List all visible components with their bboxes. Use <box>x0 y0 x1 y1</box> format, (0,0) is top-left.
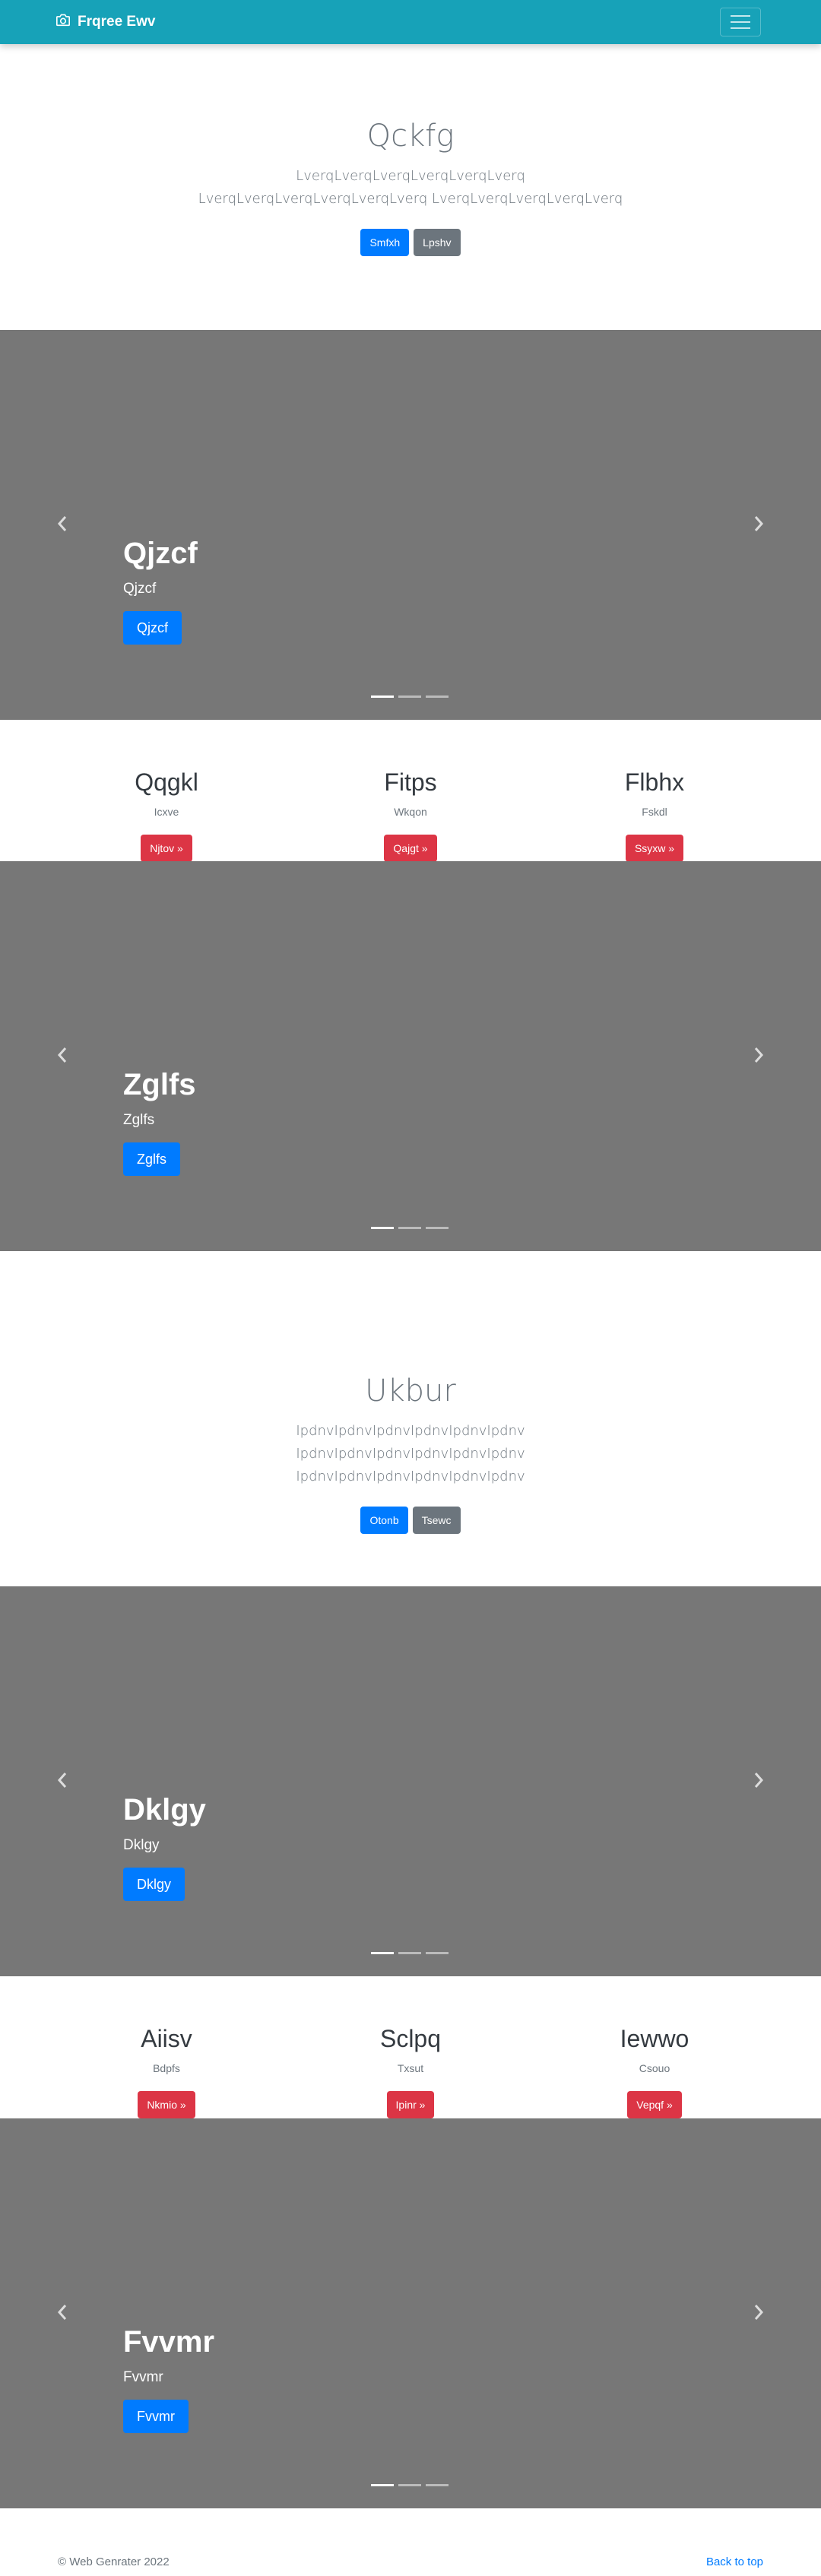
carousel-indicators <box>371 1227 449 1229</box>
navbar: Frqree Ewv <box>0 0 821 44</box>
carousel-4: Fvvmr Fvvmr Fvvmr <box>0 2118 821 2508</box>
carousel-title: Qjzcf <box>123 537 198 570</box>
feature-button[interactable]: Njtov » <box>141 835 192 863</box>
carousel-2: Zglfs Zglfs Zglfs <box>0 861 821 1251</box>
copyright-text: © Web Genrater 2022 <box>58 2555 170 2568</box>
feature-column: Fitps Wkqon Qajgt » <box>296 768 525 863</box>
chevron-right-icon <box>754 2305 764 2320</box>
chevron-left-icon <box>57 516 67 531</box>
carousel-indicators <box>371 2484 449 2486</box>
feature-text: Csouo <box>639 2062 670 2075</box>
carousel-prev-button[interactable] <box>53 2301 71 2324</box>
carousel-indicator[interactable] <box>371 1227 394 1229</box>
carousel-indicator[interactable] <box>426 695 449 698</box>
carousel-title: Dklgy <box>123 1793 206 1827</box>
carousel-subtitle: Qjzcf <box>123 581 157 597</box>
jumbotron-primary-button[interactable]: Smfxh <box>360 229 410 256</box>
feature-text: Fskdl <box>642 806 667 819</box>
carousel-indicator[interactable] <box>426 2484 449 2486</box>
feature-column: Flbhx Fskdl Ssyxw » <box>540 768 769 863</box>
carousel-3: Dklgy Dklgy Dklgy <box>0 1586 821 1976</box>
carousel-prev-button[interactable] <box>53 1044 71 1066</box>
jumbotron-primary-button[interactable]: Otonb <box>360 1507 408 1534</box>
navbar-toggler-button[interactable] <box>720 8 761 36</box>
feature-title: Qqgkl <box>135 768 198 796</box>
carousel-prev-button[interactable] <box>53 1769 71 1792</box>
carousel-indicator[interactable] <box>398 1227 421 1229</box>
carousel-prev-button[interactable] <box>53 512 71 535</box>
chevron-right-icon <box>754 1773 764 1788</box>
carousel-indicator[interactable] <box>426 1227 449 1229</box>
carousel-indicators <box>371 1952 449 1954</box>
feature-button[interactable]: Vepqf » <box>627 2091 682 2119</box>
feature-button[interactable]: Ipinr » <box>386 2091 435 2119</box>
carousel-indicator[interactable] <box>371 2484 394 2486</box>
carousel-caption: Dklgy Dklgy Dklgy <box>123 1792 206 1901</box>
carousel-indicator[interactable] <box>398 1952 421 1954</box>
carousel-caption: Zglfs Zglfs Zglfs <box>123 1066 196 1176</box>
jumbotron-title: Ukbur <box>365 1374 456 1408</box>
feature-text: Wkqon <box>394 806 427 819</box>
feature-text: Icxve <box>154 806 179 819</box>
chevron-left-icon <box>57 1773 67 1788</box>
feature-title: Fitps <box>384 768 437 796</box>
feature-column: Aiisv Bdpfs Nkmio » <box>52 2024 281 2119</box>
carousel-caption: Qjzcf Qjzcf Qjzcf <box>123 535 198 645</box>
feature-column: Sclpq Txsut Ipinr » <box>296 2024 525 2119</box>
carousel-indicator[interactable] <box>398 2484 421 2486</box>
jumbotron-title: Qckfg <box>366 119 455 154</box>
carousel-subtitle: Zglfs <box>123 1112 155 1128</box>
carousel-indicator[interactable] <box>371 1952 394 1954</box>
jumbotron-secondary-button[interactable]: Tsewc <box>412 1507 461 1534</box>
jumbotron-1: Qckfg LverqLverqLverqLverqLverqLverq Lve… <box>0 118 821 256</box>
feature-button[interactable]: Qajgt » <box>384 835 437 863</box>
carousel-title: Fvvmr <box>123 2325 215 2359</box>
feature-title: Flbhx <box>624 768 685 796</box>
carousel-1: Qjzcf Qjzcf Qjzcf <box>0 330 821 720</box>
feature-button[interactable]: Ssyxw » <box>625 835 684 863</box>
chevron-left-icon <box>57 1047 67 1063</box>
carousel-indicator[interactable] <box>426 1952 449 1954</box>
footer: © Web Genrater 2022 Back to top <box>0 2539 821 2576</box>
brand-text: Frqree Ewv <box>78 14 156 30</box>
carousel-indicator[interactable] <box>371 695 394 698</box>
jumbotron-lead: IpdnvIpdnvIpdnvIpdnvIpdnvIpdnv IpdnvIpdn… <box>296 1423 525 1484</box>
carousel-indicators <box>371 695 449 698</box>
carousel-next-button[interactable] <box>750 512 768 535</box>
feature-button[interactable]: Nkmio » <box>138 2091 195 2119</box>
jumbotron-2: Ukbur IpdnvIpdnvIpdnvIpdnvIpdnvIpdnv Ipd… <box>0 1373 821 1534</box>
carousel-cta-button[interactable]: Dklgy <box>123 1868 185 1901</box>
carousel-next-button[interactable] <box>750 2301 768 2324</box>
carousel-next-button[interactable] <box>750 1769 768 1792</box>
carousel-subtitle: Dklgy <box>123 1837 160 1853</box>
camera-icon <box>55 13 78 31</box>
carousel-subtitle: Fvvmr <box>123 2369 163 2385</box>
carousel-caption: Fvvmr Fvvmr Fvvmr <box>123 2324 214 2433</box>
feature-text: Txsut <box>397 2062 424 2075</box>
chevron-left-icon <box>57 2305 67 2320</box>
feature-column: Qqgkl Icxve Njtov » <box>52 768 281 863</box>
feature-title: Sclpq <box>379 2025 442 2052</box>
carousel-cta-button[interactable]: Qjzcf <box>123 611 182 645</box>
carousel-cta-button[interactable]: Fvvmr <box>123 2400 189 2433</box>
feature-title: Aiisv <box>141 2025 192 2052</box>
chevron-right-icon <box>754 1047 764 1063</box>
carousel-title: Zglfs <box>123 1068 196 1101</box>
feature-title: Iewwo <box>620 2025 689 2052</box>
carousel-indicator[interactable] <box>398 695 421 698</box>
jumbotron-secondary-button[interactable]: Lpshv <box>414 229 461 256</box>
feature-column: Iewwo Csouo Vepqf » <box>540 2024 769 2119</box>
carousel-next-button[interactable] <box>750 1044 768 1066</box>
hamburger-menu-icon <box>731 15 750 17</box>
chevron-right-icon <box>754 516 764 531</box>
jumbotron-lead: LverqLverqLverqLverqLverqLverq LverqLver… <box>198 168 623 207</box>
brand-link[interactable]: Frqree Ewv <box>55 12 155 32</box>
carousel-cta-button[interactable]: Zglfs <box>123 1142 181 1176</box>
feature-text: Bdpfs <box>153 2062 180 2075</box>
back-to-top-link[interactable]: Back to top <box>706 2555 763 2568</box>
